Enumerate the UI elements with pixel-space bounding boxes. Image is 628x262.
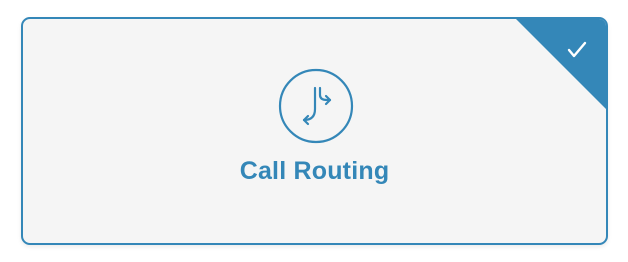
selected-corner-badge — [516, 19, 606, 109]
card-title: Call Routing — [239, 157, 390, 185]
call-routing-option-card[interactable]: Call Routing — [21, 17, 608, 245]
call-routing-icon — [278, 68, 354, 144]
